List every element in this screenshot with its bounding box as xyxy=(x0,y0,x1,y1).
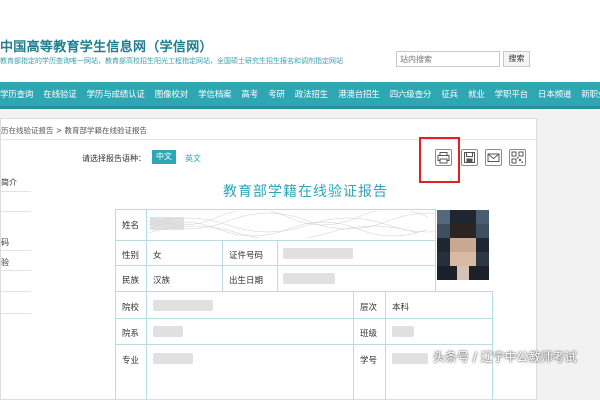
site-header: 中国高等教育学生信息网（学信网） 教育部指定的学历查询唯一网站，教育部高校招生阳… xyxy=(0,0,600,82)
table-border xyxy=(435,209,436,291)
major-label: 专业 xyxy=(122,356,140,366)
qrcode-icon-glyph xyxy=(511,151,524,164)
nav-item-cet[interactable]: 四六级查分 xyxy=(390,83,432,106)
gender-label: 性别 xyxy=(122,251,140,261)
sidebar-divider xyxy=(1,211,31,212)
download-icon-glyph xyxy=(464,152,475,163)
main-nav: 学历查询 在线验证 学历与成绩认证 图像校对 学信档案 高考 考研 政法招生 港… xyxy=(0,82,600,109)
nav-item-newjob[interactable]: 新职业 xyxy=(581,83,600,106)
guilloche-pattern xyxy=(148,211,434,238)
nav-item-image[interactable]: 图像校对 xyxy=(155,83,188,106)
page: 中国高等教育学生信息网（学信网） 教育部指定的学历查询唯一网站，教育部高校招生阳… xyxy=(0,0,600,400)
breadcrumb[interactable]: 历在线验证报告 > 教育部学籍在线验证报告 xyxy=(1,125,147,136)
mail-icon-glyph xyxy=(487,153,500,162)
table-border xyxy=(353,291,354,400)
site-title[interactable]: 中国高等教育学生信息网（学信网） xyxy=(0,36,213,55)
nav-item-xueli[interactable]: 学历查询 xyxy=(0,83,33,106)
nav-item-kaoyan[interactable]: 考研 xyxy=(268,83,285,106)
name-label: 姓名 xyxy=(122,221,140,231)
nav-item-archive[interactable]: 学信档案 xyxy=(198,83,231,106)
class-label: 班级 xyxy=(360,329,378,339)
gender-value: 女 xyxy=(153,251,162,261)
nav-item-xuezhi[interactable]: 学职平台 xyxy=(495,83,528,106)
redacted-name xyxy=(150,217,184,230)
redacted-school xyxy=(153,300,213,311)
qrcode-icon[interactable] xyxy=(509,149,526,166)
table-border xyxy=(115,209,116,400)
table-border xyxy=(115,318,493,319)
nav-item-japan[interactable]: 日本频道 xyxy=(538,83,571,106)
id-number-label: 证件号码 xyxy=(229,251,264,261)
nav-item-certify[interactable]: 学历与成绩认证 xyxy=(87,83,145,106)
student-number-label: 学号 xyxy=(360,356,378,366)
redacted-student-number xyxy=(392,353,428,364)
sidebar-item-intro[interactable]: 简介 xyxy=(1,177,17,188)
mail-icon[interactable] xyxy=(485,149,502,166)
student-photo xyxy=(437,210,489,280)
table-border xyxy=(492,291,493,400)
search-input[interactable] xyxy=(396,51,500,67)
level-label: 层次 xyxy=(360,303,378,313)
redacted-class xyxy=(392,326,414,337)
sidebar-item-code[interactable]: 码 xyxy=(1,237,9,248)
report-title: 教育部学籍在线验证报告 xyxy=(223,184,388,200)
level-value: 本科 xyxy=(392,303,410,313)
redacted-name-pattern xyxy=(148,211,434,238)
photo-pixelated xyxy=(437,210,489,280)
department-label: 院系 xyxy=(122,329,140,339)
sidebar-divider xyxy=(1,313,31,314)
language-label: 请选择报告语种： xyxy=(82,154,146,163)
table-border xyxy=(115,344,493,345)
table-border xyxy=(385,291,386,400)
nav-item-jiuye[interactable]: 就业 xyxy=(468,83,485,106)
sidebar-divider xyxy=(1,291,31,292)
redacted-id-number xyxy=(283,248,353,259)
sidebar-divider xyxy=(1,250,31,251)
table-border xyxy=(277,240,278,291)
school-label: 院校 xyxy=(122,303,140,313)
download-icon[interactable] xyxy=(461,149,478,166)
language-english-link[interactable]: 英文 xyxy=(185,153,201,164)
table-border xyxy=(222,240,223,291)
ethnicity-label: 民族 xyxy=(122,276,140,286)
sidebar-item-verify[interactable]: 验 xyxy=(1,257,9,268)
table-border xyxy=(115,265,435,266)
birth-date-label: 出生日期 xyxy=(229,276,264,286)
search-button[interactable]: 搜索 xyxy=(503,51,530,67)
language-chinese-button[interactable]: 中文 xyxy=(152,150,176,164)
redacted-department xyxy=(153,326,183,337)
ethnicity-value: 汉族 xyxy=(153,276,171,286)
sidebar-divider xyxy=(1,191,31,192)
nav-item-zhengbing[interactable]: 征兵 xyxy=(441,83,458,106)
nav-item-gaokao[interactable]: 高考 xyxy=(241,83,258,106)
site-subtitle: 教育部指定的学历查询唯一网站，教育部高校招生阳光工程指定网站，全国硕士研究生招生… xyxy=(0,57,343,65)
table-border xyxy=(115,240,435,241)
table-border xyxy=(115,209,435,210)
redacted-major xyxy=(153,353,193,364)
watermark-text: 头条号 / 辽宁中公教师考试 xyxy=(433,350,577,364)
redacted-birth-date xyxy=(283,273,335,284)
nav-item-gangaotai[interactable]: 港澳台招生 xyxy=(338,83,380,106)
nav-item-zhengfa[interactable]: 政法招生 xyxy=(295,83,328,106)
table-border xyxy=(146,209,147,400)
sidebar-divider xyxy=(1,270,31,271)
table-border xyxy=(115,291,493,292)
highlight-annotation xyxy=(419,137,460,183)
nav-item-verify[interactable]: 在线验证 xyxy=(43,83,76,106)
